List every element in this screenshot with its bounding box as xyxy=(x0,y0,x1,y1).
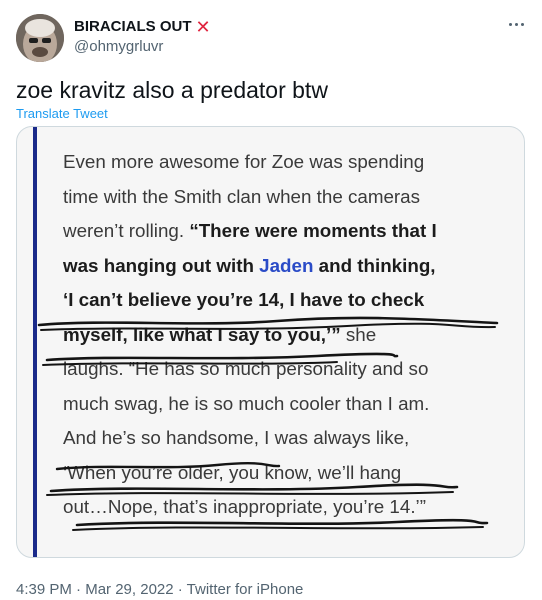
article-line: much swag, he is so much cooler than I a… xyxy=(63,392,430,414)
article-line: weren’t rolling. “There were moments tha… xyxy=(63,214,518,249)
article-line: out…Nope, that’s inappropriate, you’re 1… xyxy=(63,496,426,517)
more-dot xyxy=(514,22,518,26)
translate-tweet-link[interactable]: Translate Tweet xyxy=(16,106,108,121)
article-quote: “There were moments that I xyxy=(189,220,437,241)
article-line: laughs. “He has so much personality and … xyxy=(63,358,429,379)
quote-bar xyxy=(33,127,37,557)
article-line: And he’s so handsome, I was always like, xyxy=(63,427,410,448)
article-line: myself, like what I say to you,’” she xyxy=(63,318,518,353)
tweet-time[interactable]: 4:39 PM xyxy=(16,581,72,598)
article-excerpt: Even more awesome for Zoe was spending t… xyxy=(63,145,518,525)
article-line: Even more awesome for Zoe was spending xyxy=(63,151,425,172)
article-line: ‘When you’re older, you know, we’ll hang xyxy=(63,461,402,483)
tweet-metadata: 4:39 PM · Mar 29, 2022 · Twitter for iPh… xyxy=(16,580,303,600)
article-quote: was hanging out with xyxy=(63,254,260,276)
article-text: she xyxy=(340,323,377,345)
avatar[interactable] xyxy=(16,14,64,62)
article-quote: myself, like what I say to you,’” xyxy=(63,323,341,345)
article-quote: ‘I can’t believe you’re 14, I have to ch… xyxy=(63,289,425,310)
underline-stroke xyxy=(72,526,484,531)
author-block: BIRACIALS OUT ✕ @ohmygrluvr xyxy=(74,17,211,57)
user-handle[interactable]: @ohmygrluvr xyxy=(74,37,211,57)
tweet-text: zoe kravitz also a predator btw xyxy=(16,77,328,103)
red-x-emoji: ✕ xyxy=(195,17,211,37)
display-name-text[interactable]: BIRACIALS OUT xyxy=(74,17,192,37)
tweet: BIRACIALS OUT ✕ @ohmygrluvr zoe kravitz … xyxy=(0,0,542,600)
article-line: time with the Smith clan when the camera… xyxy=(63,185,420,207)
article-text: weren’t rolling. xyxy=(63,220,190,241)
display-name[interactable]: BIRACIALS OUT ✕ xyxy=(74,17,211,37)
article-quote: and thinking, xyxy=(313,254,436,276)
tweet-image[interactable]: Even more awesome for Zoe was spending t… xyxy=(16,126,525,558)
more-options-icon[interactable] xyxy=(506,14,526,34)
jaden-name: Jaden xyxy=(259,254,314,276)
more-dot xyxy=(508,22,512,26)
avatar-image xyxy=(16,14,64,62)
more-dot xyxy=(520,22,524,26)
article-line: was hanging out with Jaden and thinking, xyxy=(63,249,518,284)
tweet-date[interactable]: Mar 29, 2022 xyxy=(85,581,173,598)
meta-separator: · xyxy=(71,581,86,598)
article-line: ‘I can’t believe you’re 14, I have to ch… xyxy=(63,283,518,318)
meta-separator: · xyxy=(173,581,187,598)
tweet-source[interactable]: Twitter for iPhone xyxy=(187,581,304,598)
